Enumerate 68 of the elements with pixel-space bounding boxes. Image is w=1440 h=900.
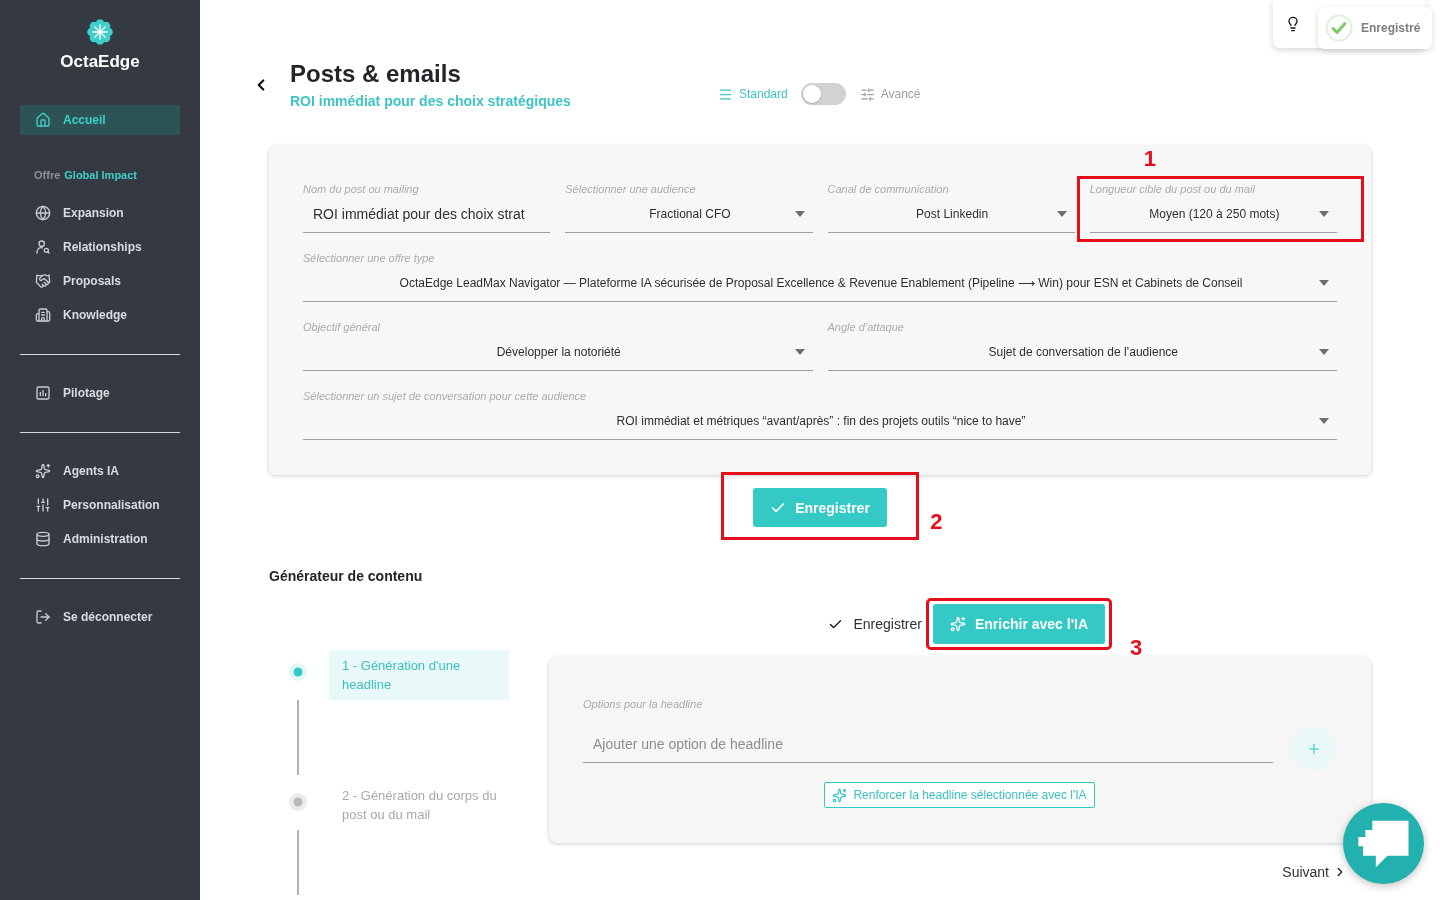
select-field[interactable]: Post Linkedin [827, 196, 1075, 233]
caret-icon [1319, 349, 1329, 355]
select-field[interactable]: Moyen (120 à 250 mots) [1089, 196, 1337, 233]
field-label: Longueur cible du post ou du mail [1089, 182, 1256, 196]
database-icon [35, 531, 51, 547]
sidebar-item[interactable]: Relationships [20, 230, 180, 264]
step-dot-icon [289, 793, 307, 811]
building-icon [35, 307, 51, 323]
select-field[interactable]: Fractional CFO [565, 196, 813, 233]
sidebar-item[interactable]: Pilotage [20, 376, 180, 410]
caret-icon [1319, 211, 1329, 217]
section-title: Générateur de contenu [269, 568, 424, 584]
sidebar-item[interactable]: Expansion [20, 196, 180, 230]
menu-icon [718, 86, 733, 102]
callout-number: 2 [930, 511, 943, 533]
callout-number: 3 [1129, 637, 1143, 659]
callout-number: 1 [1143, 148, 1156, 170]
step-dot-icon [289, 663, 307, 681]
section-heading-prefix: Offre [34, 168, 61, 182]
field-label: Sélectionner un sujet de conversation pour cette audience [303, 389, 588, 403]
sparkles-icon [949, 616, 966, 632]
globe-icon [35, 205, 51, 221]
caret-icon [794, 349, 805, 355]
check-circle-icon [1325, 14, 1353, 42]
sparkles-icon [832, 787, 848, 803]
sidebar-item[interactable]: Agents IA [20, 454, 180, 488]
caret-icon [1319, 418, 1329, 424]
sidebar-item[interactable]: Accueil [20, 105, 180, 135]
page-title: Posts & emails [290, 60, 462, 88]
field-label: Angle d’attaque [827, 320, 905, 334]
sidebar-item[interactable]: Knowledge [20, 298, 180, 332]
save-link[interactable]: Enregistrer [828, 616, 922, 632]
sidebar-item[interactable]: Administration [20, 522, 180, 556]
sidebar-item[interactable]: Proposals [20, 264, 180, 298]
chart-icon [35, 385, 51, 401]
headline-input[interactable]: Ajouter une option de headline [583, 726, 1273, 763]
section-heading-name: Global Impact [64, 168, 138, 182]
field-label: Options pour la headline [583, 697, 704, 711]
select-field[interactable]: OctaEdge LeadMax Navigator — Plateforme IA sécurisée de Proposal Excellence & Revenue Enablement (Pipeline ⟶ Win) pour ESN et Cabinets de Conseil [303, 265, 1337, 302]
mode-switch[interactable] [800, 83, 846, 105]
logout-icon [35, 609, 51, 625]
caret-icon [1319, 280, 1329, 286]
sidebar-item[interactable]: Se déconnecter [20, 600, 180, 634]
sidebar-item[interactable]: Personnalisation [20, 488, 180, 522]
next-button[interactable]: Suivant [1282, 864, 1347, 880]
lightbulb-icon [1285, 16, 1301, 32]
field-label: Objectif général [303, 320, 382, 334]
sparkles-icon [35, 463, 51, 479]
chat-button[interactable] [1343, 803, 1424, 884]
select-field[interactable]: Sujet de conversation de l’audience [827, 334, 1337, 371]
handshake-icon [35, 273, 51, 289]
caret-icon [1056, 211, 1067, 217]
toast-text: Enregistré [1361, 21, 1421, 35]
field-label: Sélectionner une offre type [303, 251, 436, 265]
logo-icon [87, 19, 113, 45]
home-icon [35, 112, 51, 128]
select-field[interactable]: ROI immédiat et métriques “avant/après” : fin des projets outils “nice to have” [303, 403, 1337, 440]
sliders-icon [859, 86, 875, 102]
select-field[interactable]: Développer la notoriété [303, 334, 813, 371]
page-subtitle: ROI immédiat pour des choix stratégiques [290, 92, 572, 110]
field-label: Nom du post ou mailing [303, 182, 420, 196]
text-field[interactable]: ROI immédiat pour des choix strat [303, 196, 551, 233]
user-search-icon [35, 239, 51, 255]
caret-icon [794, 211, 805, 217]
sliders-icon [35, 497, 51, 513]
brand-name: OctaEdge [59, 51, 141, 73]
field-label: Canal de communication [827, 182, 950, 196]
field-label: Sélectionner une audience [565, 182, 697, 196]
